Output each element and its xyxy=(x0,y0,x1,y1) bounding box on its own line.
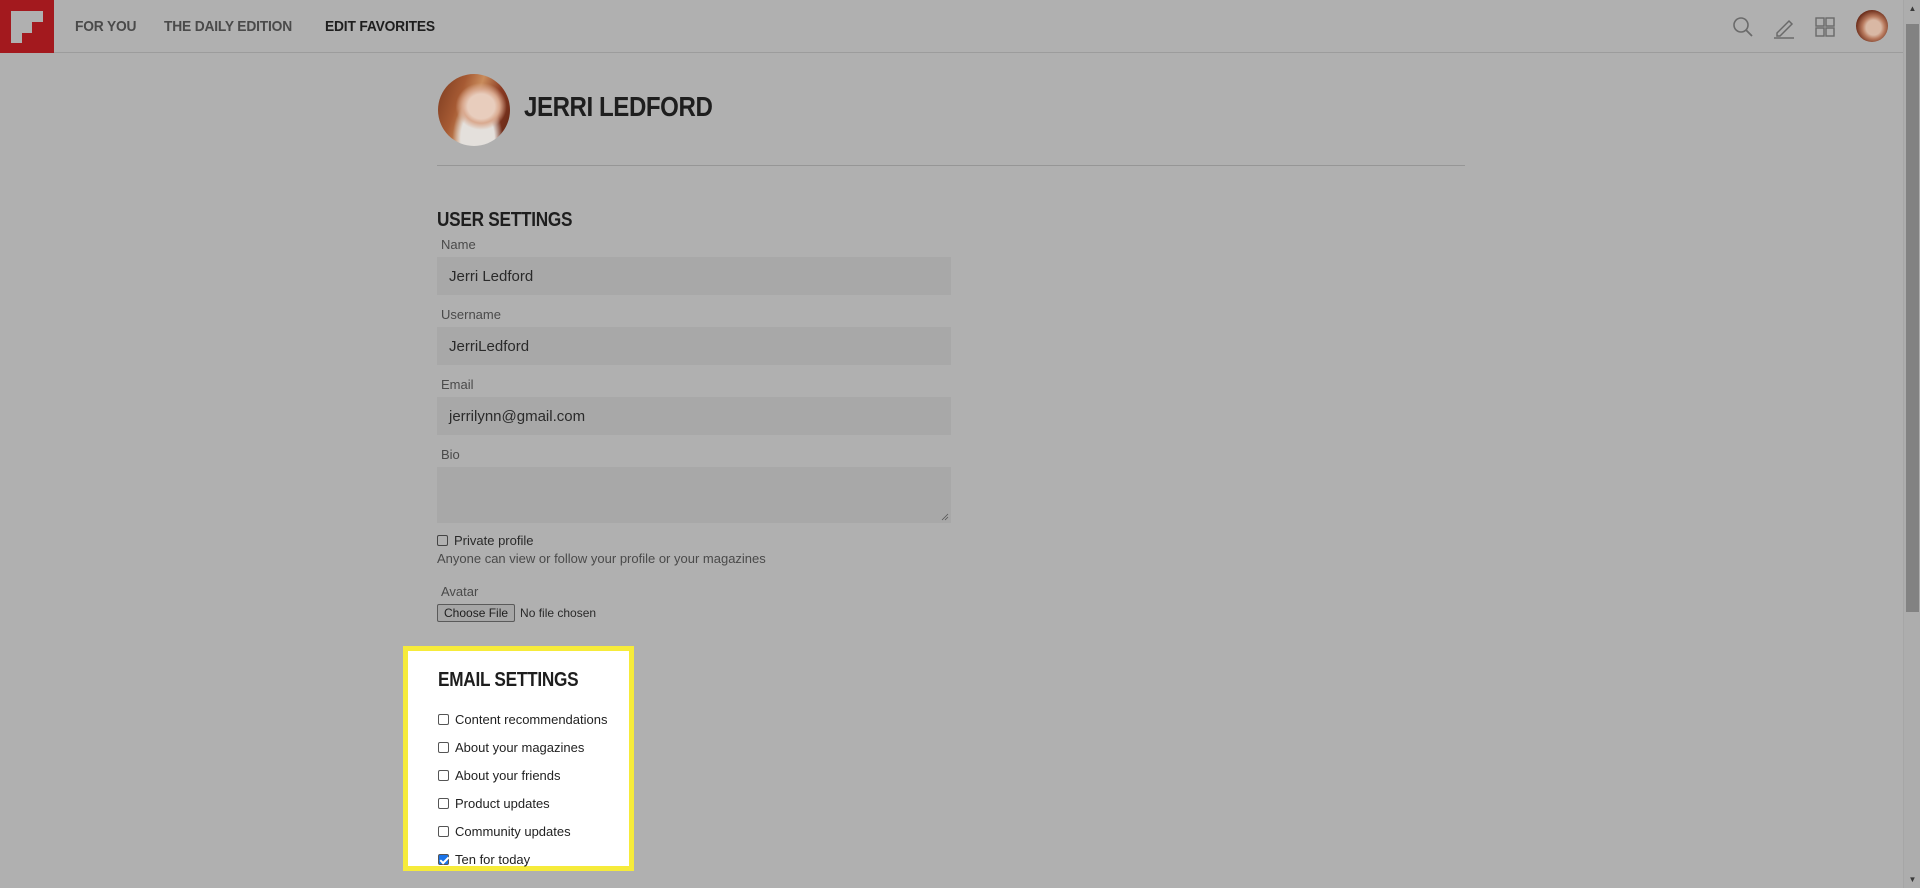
email-checkbox[interactable] xyxy=(438,853,449,865)
username-field-group: Username JerriLedford xyxy=(437,307,957,365)
email-input[interactable]: jerrilynn@gmail.com xyxy=(437,397,951,435)
user-settings-title: USER SETTINGS xyxy=(437,209,573,231)
profile-name: JERRI LEDFORD xyxy=(524,91,713,122)
avatar-field-group: Avatar Choose File No file chosen xyxy=(437,584,957,622)
email-checkbox[interactable] xyxy=(438,713,449,725)
page-scrollbar[interactable]: ▲ ▼ xyxy=(1903,0,1920,888)
email-option-community-updates[interactable]: Community updates xyxy=(438,817,607,845)
resize-handle-icon[interactable] xyxy=(941,513,949,521)
profile-avatar xyxy=(438,74,510,146)
choose-file-button[interactable]: Choose File xyxy=(437,604,516,622)
email-option-label: About your magazines xyxy=(455,739,585,755)
email-checkbox[interactable] xyxy=(438,797,449,809)
email-option-content-recommendations[interactable]: Content recommendations xyxy=(438,705,607,733)
email-option-about-magazines[interactable]: About your magazines xyxy=(438,733,607,761)
bio-field-group: Bio xyxy=(437,447,957,523)
toolbar-icons xyxy=(1704,0,1904,53)
email-field-group: Email jerrilynn@gmail.com xyxy=(437,377,957,435)
private-profile-row[interactable]: Private profile xyxy=(437,533,957,548)
email-settings-section: EMAIL SETTINGS Content recommendations A… xyxy=(403,646,634,871)
settings-page: JERRI LEDFORD USER SETTINGS Name Jerri L… xyxy=(437,53,1465,622)
email-checkbox[interactable] xyxy=(438,741,449,753)
email-option-label: Product updates xyxy=(455,795,550,811)
private-profile-label: Private profile xyxy=(454,533,534,548)
email-label: Email xyxy=(441,377,474,392)
email-checkbox[interactable] xyxy=(438,825,449,837)
nav-daily-edition[interactable]: THE DAILY EDITION xyxy=(164,18,292,35)
scroll-thumb[interactable] xyxy=(1906,24,1919,612)
email-option-label: Content recommendations xyxy=(455,711,608,727)
email-option-product-updates[interactable]: Product updates xyxy=(438,789,607,817)
username-input[interactable]: JerriLedford xyxy=(437,327,951,365)
avatar-label: Avatar xyxy=(441,584,479,599)
nav-edit-favorites[interactable]: EDIT FAVORITES xyxy=(325,18,435,35)
name-input[interactable]: Jerri Ledford xyxy=(437,257,951,295)
flipboard-logo-icon xyxy=(11,11,43,43)
private-profile-checkbox[interactable] xyxy=(437,535,448,546)
search-icon[interactable] xyxy=(1730,14,1756,40)
main-nav: FOR YOU THE DAILY EDITION EDIT FAVORITES xyxy=(75,0,444,53)
email-settings-title: EMAIL SETTINGS xyxy=(438,669,579,691)
email-settings-list: Content recommendations About your magaz… xyxy=(438,705,607,873)
name-field-group: Name Jerri Ledford xyxy=(437,237,957,295)
user-avatar-button[interactable] xyxy=(1856,10,1888,42)
profile-header: JERRI LEDFORD xyxy=(437,53,1465,166)
email-option-label: About your friends xyxy=(455,767,561,783)
scroll-up-arrow-icon[interactable]: ▲ xyxy=(1904,0,1920,17)
email-option-ten-for-today[interactable]: Ten for today xyxy=(438,845,607,873)
avatar-file-input: Choose File No file chosen xyxy=(437,604,957,622)
bio-textarea[interactable] xyxy=(437,467,951,523)
email-option-about-friends[interactable]: About your friends xyxy=(438,761,607,789)
nav-for-you[interactable]: FOR YOU xyxy=(75,18,137,35)
name-label: Name xyxy=(441,237,476,252)
grid-icon[interactable] xyxy=(1812,14,1838,40)
no-file-chosen-text: No file chosen xyxy=(520,606,597,620)
flipboard-logo[interactable] xyxy=(0,0,54,53)
username-label: Username xyxy=(441,307,501,322)
user-settings-section: USER SETTINGS Name Jerri Ledford Usernam… xyxy=(437,209,957,622)
bio-label: Bio xyxy=(441,447,460,462)
email-option-label: Community updates xyxy=(455,823,571,839)
top-navigation: FOR YOU THE DAILY EDITION EDIT FAVORITES xyxy=(0,0,1904,53)
email-option-label: Ten for today xyxy=(455,851,531,867)
scroll-down-arrow-icon[interactable]: ▼ xyxy=(1904,871,1920,888)
private-profile-hint: Anyone can view or follow your profile o… xyxy=(437,551,766,566)
pencil-icon[interactable] xyxy=(1771,14,1797,40)
email-checkbox[interactable] xyxy=(438,769,449,781)
